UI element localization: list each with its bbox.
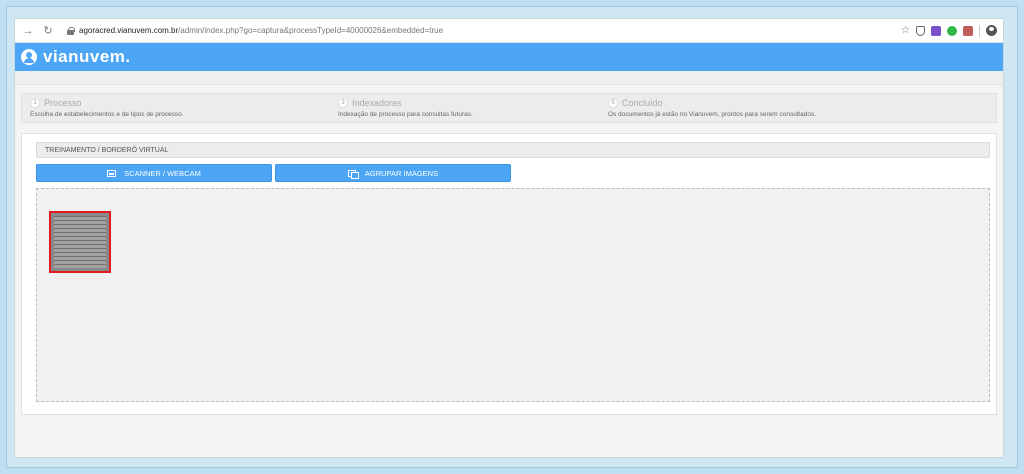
back-arrow-icon[interactable]: → — [21, 24, 35, 38]
reload-icon[interactable]: ↻ — [41, 24, 55, 38]
step-title: Indexadores — [352, 98, 402, 108]
document-page-image — [54, 216, 106, 268]
page-footer-area — [15, 423, 1003, 457]
brand-logo-icon[interactable] — [21, 49, 37, 65]
step-indexadores: 3 Indexadores Indexação de processo para… — [338, 98, 473, 118]
header-subbar — [15, 71, 1003, 85]
step-title: Concluído — [622, 98, 663, 108]
step-number: 3 — [338, 98, 348, 108]
copy-icon — [347, 169, 359, 179]
browser-toolbar: → ↻ agoracred.vianuvem.com.br/admin/inde… — [15, 19, 1003, 43]
extension-icons: ☆ — [901, 24, 997, 37]
document-thumbnail[interactable] — [49, 211, 111, 273]
step-number: 5 — [608, 98, 618, 108]
profile-avatar-icon[interactable] — [986, 25, 997, 36]
capture-panel: TREINAMENTO / BORDERÔ VIRTUAL SCANNER / … — [21, 133, 997, 415]
purple-extension-icon[interactable] — [931, 25, 941, 36]
step-processo: 1 Processo Escolha de estabelecimentos e… — [30, 98, 184, 118]
url-host: agoracred.vianuvem.com.br — [79, 26, 179, 35]
shield-extension-icon[interactable] — [916, 25, 925, 36]
bookmark-star-icon[interactable]: ☆ — [901, 25, 910, 36]
brand-name[interactable]: vianuvem. — [43, 47, 131, 67]
url-path: /admin/index.php?go=captura&processTypeI… — [178, 26, 444, 35]
group-images-label: AGRUPAR IMAGENS — [364, 168, 439, 178]
step-title: Processo — [44, 98, 82, 108]
process-steps: 1 Processo Escolha de estabelecimentos e… — [21, 93, 997, 123]
red-extension-icon[interactable] — [963, 25, 973, 36]
image-drop-zone[interactable] — [36, 188, 990, 402]
scanner-webcam-button[interactable]: SCANNER / WEBCAM — [36, 164, 272, 182]
step-description: Escolha de estabelecimentos e de tipos d… — [30, 111, 184, 118]
app-header: vianuvem. — [15, 43, 1003, 71]
image-icon — [107, 169, 117, 177]
step-description: Os documentos já estão no Vianuvem, pron… — [608, 111, 816, 118]
step-concluido: 5 Concluído Os documentos já estão no Vi… — [608, 98, 816, 118]
browser-window: → ↻ agoracred.vianuvem.com.br/admin/inde… — [14, 18, 1004, 458]
green-extension-icon[interactable] — [947, 25, 957, 36]
address-bar[interactable]: agoracred.vianuvem.com.br/admin/index.ph… — [61, 22, 901, 40]
step-description: Indexação de processo para consultas fut… — [338, 111, 473, 118]
group-images-button[interactable]: AGRUPAR IMAGENS — [275, 164, 511, 182]
lock-icon — [67, 26, 75, 35]
step-number: 1 — [30, 98, 40, 108]
scanner-webcam-label: SCANNER / WEBCAM — [124, 168, 201, 178]
document-title-bar: TREINAMENTO / BORDERÔ VIRTUAL — [36, 142, 990, 158]
toolbar-divider — [979, 24, 980, 37]
